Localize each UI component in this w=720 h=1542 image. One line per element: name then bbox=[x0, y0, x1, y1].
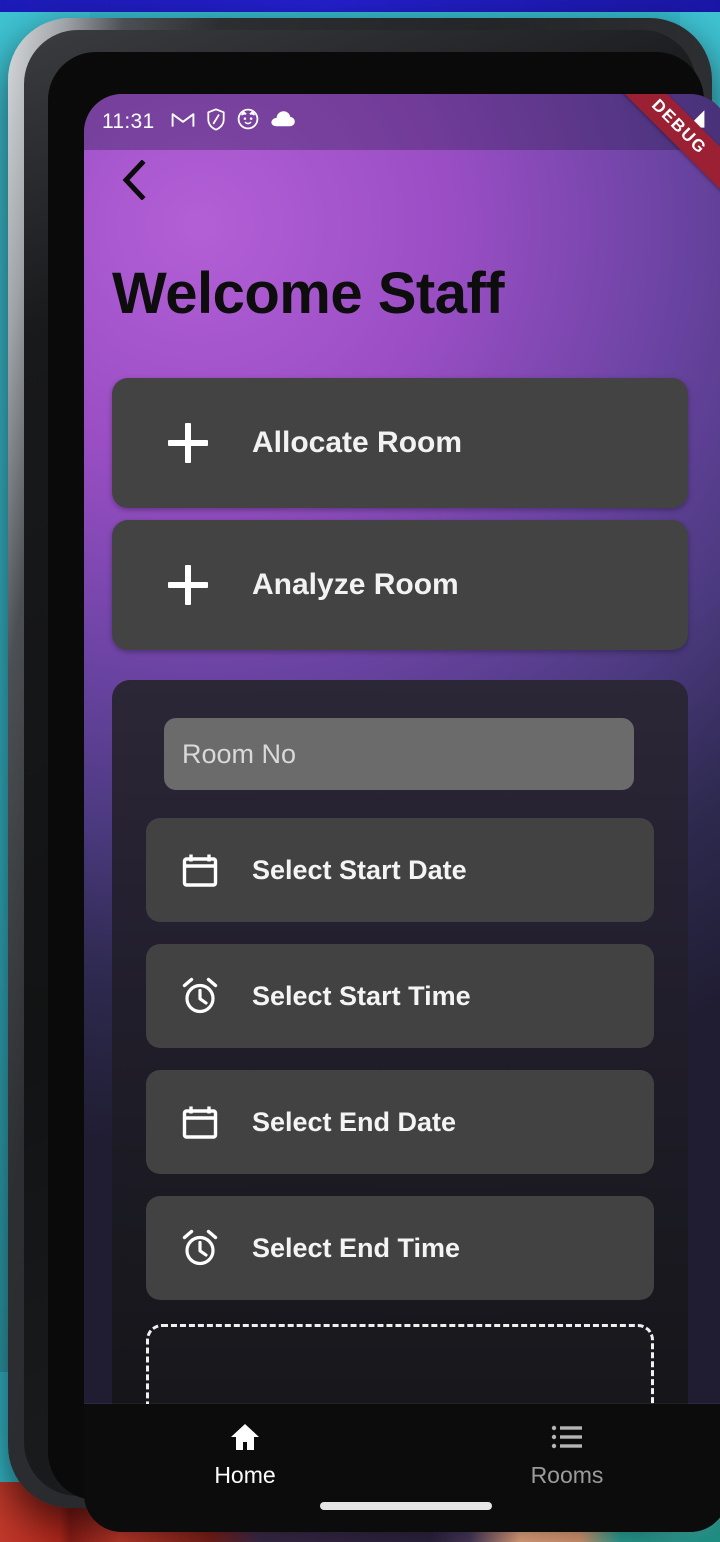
nav-item-rooms[interactable]: Rooms bbox=[406, 1404, 720, 1532]
nav-item-home[interactable]: Home bbox=[84, 1404, 406, 1532]
status-clock: 11:31 bbox=[102, 110, 155, 133]
room-no-placeholder: Room No bbox=[182, 738, 297, 769]
list-icon bbox=[551, 1422, 583, 1452]
phone-screen: 11:31 DEBUG Welcome Staff Allocate Room … bbox=[84, 94, 720, 1532]
calendar-icon bbox=[178, 1100, 222, 1144]
nav-item-rooms-label: Rooms bbox=[530, 1462, 604, 1488]
status-notification-icons bbox=[171, 107, 296, 137]
chevron-left-icon bbox=[119, 158, 149, 205]
back-button[interactable] bbox=[110, 158, 158, 206]
gesture-home-indicator[interactable] bbox=[320, 1502, 492, 1510]
select-end-date-label: Select End Date bbox=[252, 1106, 457, 1137]
home-icon bbox=[229, 1422, 261, 1452]
phone-bezel: 11:31 DEBUG Welcome Staff Allocate Room … bbox=[48, 52, 720, 1532]
status-bar: 11:31 bbox=[84, 94, 720, 150]
calendar-icon bbox=[178, 848, 222, 892]
select-start-time-label: Select Start Time bbox=[252, 980, 471, 1011]
allocate-room-button[interactable]: Allocate Room bbox=[112, 378, 688, 508]
bottom-navigation-bar: Home Rooms bbox=[84, 1404, 720, 1532]
plus-icon bbox=[168, 423, 208, 463]
nav-item-home-label: Home bbox=[214, 1462, 276, 1488]
select-start-time-button[interactable]: Select Start Time bbox=[146, 944, 654, 1048]
room-no-input[interactable]: Room No bbox=[164, 718, 634, 790]
shield-icon bbox=[206, 107, 226, 137]
phone-frame: 11:31 DEBUG Welcome Staff Allocate Room … bbox=[24, 30, 720, 1532]
select-start-date-button[interactable]: Select Start Date bbox=[146, 818, 654, 922]
app-root: 11:31 DEBUG Welcome Staff Allocate Room … bbox=[84, 94, 720, 1532]
phone-device: 11:31 DEBUG Welcome Staff Allocate Room … bbox=[8, 18, 720, 1532]
analyze-room-button[interactable]: Analyze Room bbox=[112, 520, 688, 650]
select-end-time-button[interactable]: Select End Time bbox=[146, 1196, 654, 1300]
backdrop-blue-bar bbox=[0, 0, 720, 12]
analyze-room-label: Analyze Room bbox=[252, 568, 459, 601]
allocate-room-label: Allocate Room bbox=[252, 426, 463, 459]
plus-icon bbox=[168, 565, 208, 605]
alarm-clock-icon bbox=[178, 974, 222, 1018]
select-end-time-label: Select End Time bbox=[252, 1232, 461, 1263]
alarm-clock-icon bbox=[178, 1226, 222, 1270]
page-title: Welcome Staff bbox=[112, 261, 505, 326]
cloud-icon bbox=[270, 110, 296, 134]
gmail-icon bbox=[171, 110, 195, 134]
cat-face-icon bbox=[237, 108, 259, 136]
photo-scene: 11:31 DEBUG Welcome Staff Allocate Room … bbox=[0, 0, 720, 1542]
allocation-form-card: Room No Select Start Date Select Start T… bbox=[112, 680, 688, 1420]
select-end-date-button[interactable]: Select End Date bbox=[146, 1070, 654, 1174]
select-start-date-label: Select Start Date bbox=[252, 854, 467, 885]
